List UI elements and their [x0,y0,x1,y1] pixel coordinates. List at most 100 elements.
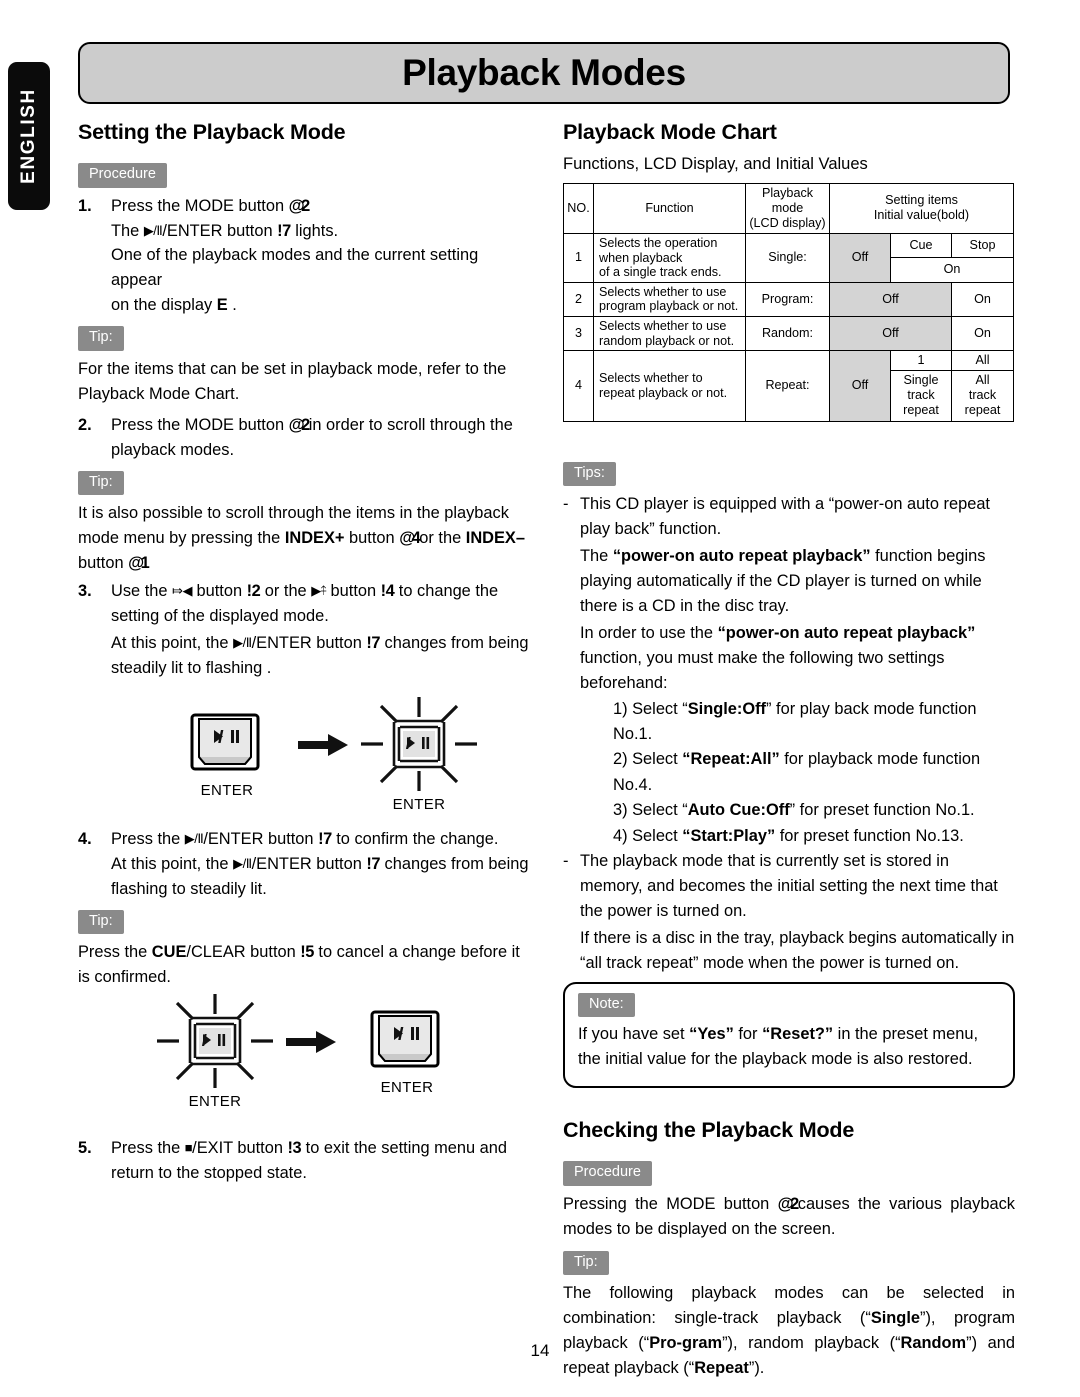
row1-initial-value: Off [829,232,891,283]
tip-2-part2: button [344,529,400,548]
checking-procedure-tag: Procedure [563,1161,652,1186]
button-ref-mode-3: @2 [777,1194,800,1213]
table-row: 3 Selects whether to use random playback… [563,315,1015,352]
display-ref-e: E [216,296,228,315]
row2-mode: Program: [745,281,830,317]
tip-3-pre: Press the [78,943,152,962]
row1-option-on: On [889,257,1015,283]
tips-sub-4-pre: 4) Select [613,826,683,845]
tips-sub-4: 4) Select “Start:Play” for preset functi… [613,824,1015,849]
tips-item-1-p2: The “power-on auto repeat playback” func… [580,544,1015,619]
tips-sub-2: 2) Select “Repeat:All” for playback mode… [613,747,1015,798]
index-minus-label: INDEX– [465,529,525,548]
play-pause-icon-2: ▶/Ⅱ [233,634,252,650]
figure-enter-lit-to-flashing: ENTER ENTER [78,696,530,813]
tips-sub-4-post: for preset function No.13. [775,826,964,845]
note-tag: Note: [578,992,635,1018]
heading-checking-playback-mode: Checking the Playback Mode [563,1118,855,1143]
heading-setting-playback-mode: Setting the Playback Mode [78,120,346,144]
step-3: 3. Use the ⤇◀ button !2 or the ▶⤉ button… [78,579,530,681]
row2-function-l2: program playback or not. [599,299,739,314]
note-box: Note: If you have set “Yes” for “Reset?”… [563,981,1015,1089]
row4-option-all: All [950,350,1015,372]
tips-item-1-p2-pre: The [580,546,613,565]
row1-function-l3: of a single track ends. [599,265,722,280]
row1-mode: Single: [745,232,830,283]
arrow-right-icon-2 [286,1030,336,1053]
reset-label: “Reset?” [762,1025,834,1044]
enter-button-steady: ENTER [168,711,286,799]
enter-button-flashing-icon-2 [157,993,273,1088]
th-playback-mode-l1: Playback mode [761,185,814,215]
step-2-pre: Press the MODE button [111,415,289,434]
button-ref-mode-2: @2 [288,415,311,434]
step-1: 1. Press the MODE button @2 The ▶/Ⅱ/ENTE… [78,194,530,319]
tips-item-2-dash: - [563,852,569,871]
th-playback-mode: Playback mode (LCD display) [745,182,830,234]
row3-mode: Random: [745,315,830,352]
procedure-tag: Procedure [78,163,167,188]
enter-button-steady-2: ENTER [348,1008,466,1096]
table-row: 2 Selects whether to use program playbac… [563,281,1015,317]
tip-3-mid: /CLEAR button [186,943,301,962]
table-row: 1 Selects the operation when playback of… [563,232,1015,283]
arrow-right-icon [298,733,348,756]
tips-item-1-p3-pre: In order to use the [580,623,718,642]
enter-button-steady-icon [190,713,260,771]
row4-function-l2: repeat playback or not. [599,385,728,400]
button-ref-skip-back: !2 [246,581,261,600]
step-5: 5. Press the ■/EXIT button !3 to exit th… [78,1136,530,1186]
language-tab-label: ENGLISH [18,88,39,184]
row3-function-l2: random playback or not. [599,333,735,348]
step-2: 2. Press the MODE button @2 in order to s… [78,413,530,463]
th-setting-items-l2: Initial value(bold) [873,208,970,223]
tip-2-part4: button [78,554,129,572]
play-pause-icon: ▶/Ⅱ [143,222,163,238]
tips-sub-1: 1) Select “Single:Off” for play back mod… [613,697,1015,748]
row1-function-l2: when playback [599,250,683,265]
tip-2-part3: or the [419,529,466,548]
row4-all-l1: All [975,373,990,388]
step-1-line4-post: . [227,296,237,315]
single-off-label: Single:Off [687,699,767,718]
step-5-number: 5. [78,1138,92,1157]
enter-button-flashing: ENTER [360,696,478,813]
index-plus-label: INDEX+ [284,529,345,548]
right-column: Playback Mode Chart Functions, LCD Displ… [563,120,1015,1384]
row2-function-l1: Selects whether to use [599,284,727,299]
tips-sublist: 1) Select “Single:Off” for play back mod… [580,697,1015,850]
tip-2-text: It is also possible to scroll through th… [78,501,530,576]
row4-no: 4 [563,350,594,422]
step-3-mid2: or the [260,581,312,600]
tips-item-1: - This CD player is equipped with a “pow… [563,492,1015,849]
row2-no: 2 [563,281,594,317]
step-3-pre: Use the [111,581,173,600]
tip-1-text: For the items that can be set in playbac… [78,359,507,403]
th-setting-items-l1: Setting items [885,193,958,208]
step-5-pre: Press the [111,1138,185,1157]
step-3-line2-mid: /ENTER button [251,633,367,652]
repeat-all-label: “Repeat:All” [682,750,780,769]
tips-item-2-line2: If there is a disc in the tray, playback… [580,928,1015,972]
th-function: Function [593,182,746,234]
step-4: 4. Press the ▶/Ⅱ/ENTER button !7 to conf… [78,827,530,902]
button-ref-skip-forward: !4 [380,581,395,600]
tips-sub-1-pre: 1) Select “ [613,699,688,718]
page-title: Playback Modes [402,52,686,93]
tip-tag-3: Tip: [78,909,124,935]
th-no: NO. [563,182,594,234]
tips-sub-3-post: ” for preset function No.1. [789,801,975,820]
row4-single-l2: track repeat [903,388,939,418]
row2-initial-value: Off [829,281,952,317]
row1-no: 1 [563,232,594,283]
tip-tag-1: Tip: [78,326,124,351]
step-1-line2-pre: The [111,221,144,240]
enter-button-flashing-2: ENTER [156,993,274,1110]
row4-option-single-track-repeat: Single track repeat [890,370,952,422]
step-4-number: 4. [78,829,92,848]
row3-no: 3 [563,315,594,352]
row1-function-l1: Selects the operation [599,235,718,250]
th-playback-mode-l2: (LCD display) [749,215,826,230]
button-ref-exit: !3 [287,1138,302,1157]
button-ref-index-plus: @4 [399,529,421,548]
